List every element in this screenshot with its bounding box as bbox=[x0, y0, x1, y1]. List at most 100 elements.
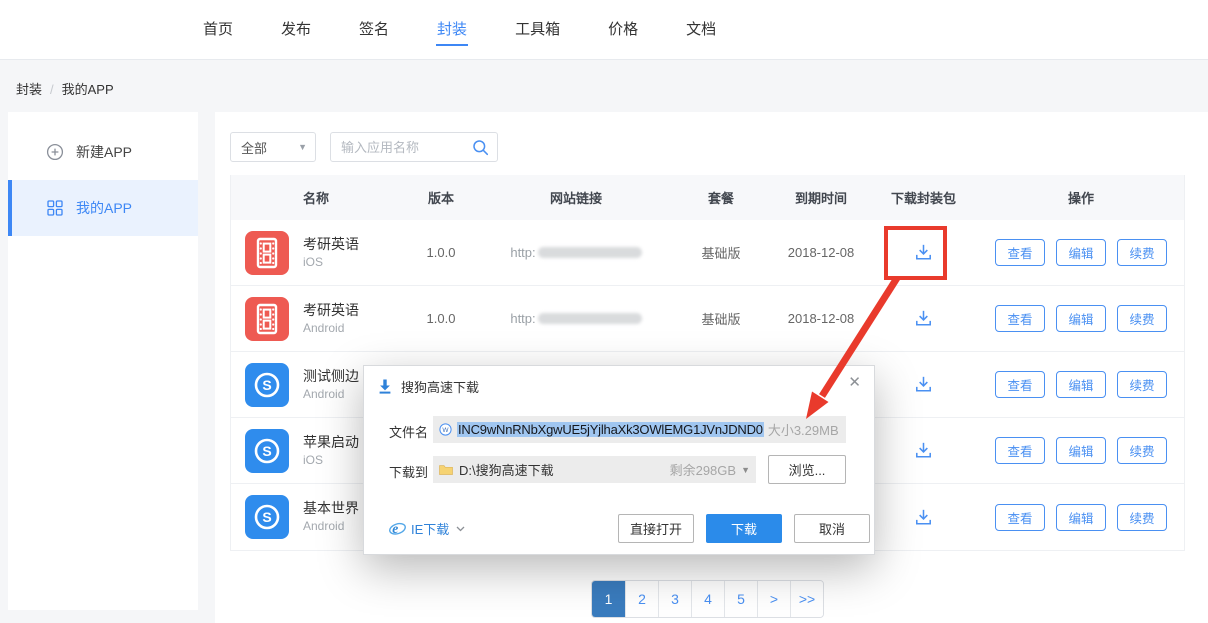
app-version: 1.0.0 bbox=[401, 245, 481, 260]
page-next-arrow[interactable]: > bbox=[757, 581, 790, 617]
nav-item-price[interactable]: 价格 bbox=[608, 0, 638, 60]
ie-download-dropdown[interactable]: e IE下载 bbox=[389, 519, 465, 538]
film-app-icon bbox=[245, 231, 289, 275]
dest-path: D:\搜狗高速下载 bbox=[459, 460, 554, 479]
chevron-down-icon bbox=[456, 526, 465, 532]
dest-field[interactable]: D:\搜狗高速下载 剩余298GB ▼ bbox=[433, 456, 756, 483]
app-expiry: 2018-12-08 bbox=[771, 245, 871, 260]
browse-button[interactable]: 浏览... bbox=[768, 455, 846, 484]
sidebar-item-label: 新建APP bbox=[76, 142, 132, 162]
edit-button[interactable]: 编辑 bbox=[1056, 371, 1106, 398]
renew-button[interactable]: 续费 bbox=[1117, 437, 1167, 464]
folder-icon bbox=[439, 464, 453, 475]
close-icon[interactable]: ✕ bbox=[848, 375, 861, 390]
page-4[interactable]: 4 bbox=[691, 581, 724, 617]
svg-text:S: S bbox=[262, 377, 271, 393]
filter-select[interactable]: 全部 ▼ bbox=[230, 132, 316, 162]
search-input[interactable] bbox=[341, 140, 472, 155]
nav-item-publish[interactable]: 发布 bbox=[281, 0, 311, 60]
col-plan: 套餐 bbox=[671, 188, 771, 207]
chevron-down-icon[interactable]: ▼ bbox=[741, 465, 750, 475]
ie-download-label: IE下载 bbox=[411, 519, 449, 538]
edit-button[interactable]: 编辑 bbox=[1056, 504, 1106, 531]
app-name: 考研英语 bbox=[303, 235, 401, 254]
sidebar-item-my-app[interactable]: 我的APP bbox=[8, 180, 198, 236]
cancel-button[interactable]: 取消 bbox=[794, 514, 870, 543]
col-version: 版本 bbox=[401, 188, 481, 207]
filter-select-value: 全部 bbox=[241, 138, 267, 157]
download-button[interactable]: 下载 bbox=[706, 514, 782, 543]
chevron-down-icon: ▼ bbox=[298, 142, 307, 152]
download-package-icon[interactable] bbox=[909, 502, 939, 532]
renew-button[interactable]: 续费 bbox=[1117, 504, 1167, 531]
blurred-url bbox=[538, 313, 642, 324]
view-button[interactable]: 查看 bbox=[995, 504, 1045, 531]
sidebar-item-new-app[interactable]: 新建APP bbox=[8, 124, 198, 180]
download-package-icon[interactable] bbox=[909, 436, 939, 466]
open-directly-button[interactable]: 直接打开 bbox=[618, 514, 694, 543]
col-download: 下载封装包 bbox=[871, 188, 976, 207]
nav-item-package[interactable]: 封装 bbox=[437, 0, 467, 60]
page-1[interactable]: 1 bbox=[592, 581, 625, 617]
page-3[interactable]: 3 bbox=[658, 581, 691, 617]
download-package-icon[interactable] bbox=[909, 304, 939, 334]
nav-item-docs[interactable]: 文档 bbox=[686, 0, 716, 60]
renew-button[interactable]: 续费 bbox=[1117, 305, 1167, 332]
filter-bar: 全部 ▼ bbox=[230, 132, 498, 162]
edit-button[interactable]: 编辑 bbox=[1056, 305, 1106, 332]
renew-button[interactable]: 续费 bbox=[1117, 371, 1167, 398]
pagination-wrap: 1 2 3 4 5 > >> bbox=[230, 580, 1185, 618]
search-box bbox=[330, 132, 498, 162]
pagination: 1 2 3 4 5 > >> bbox=[591, 580, 824, 618]
col-expiry: 到期时间 bbox=[771, 188, 871, 207]
download-icon bbox=[377, 378, 393, 395]
page-last-arrow[interactable]: >> bbox=[790, 581, 823, 617]
app-version: 1.0.0 bbox=[401, 311, 481, 326]
breadcrumb-section[interactable]: 封装 bbox=[16, 82, 42, 97]
col-actions: 操作 bbox=[976, 188, 1186, 207]
app-platform: iOS bbox=[303, 254, 401, 271]
film-app-icon bbox=[245, 297, 289, 341]
app-plan: 基础版 bbox=[671, 309, 771, 328]
search-icon[interactable] bbox=[472, 139, 489, 156]
renew-button[interactable]: 续费 bbox=[1117, 239, 1167, 266]
col-name: 名称 bbox=[231, 188, 401, 207]
download-package-icon[interactable] bbox=[909, 370, 939, 400]
sogou-app-icon: S bbox=[245, 429, 289, 473]
nav-item-toolbox[interactable]: 工具箱 bbox=[515, 0, 560, 60]
app-expiry: 2018-12-08 bbox=[771, 311, 871, 326]
table-header: 名称 版本 网站链接 套餐 到期时间 下载封装包 操作 bbox=[231, 175, 1184, 220]
sogou-app-icon: S bbox=[245, 495, 289, 539]
view-button[interactable]: 查看 bbox=[995, 371, 1045, 398]
table-row: 考研英语iOS 1.0.0 http: 基础版 2018-12-08 查看 编辑… bbox=[231, 220, 1184, 286]
nav-item-home[interactable]: 首页 bbox=[203, 0, 233, 60]
page-2[interactable]: 2 bbox=[625, 581, 658, 617]
download-dialog: 搜狗高速下载 ✕ 文件名 W INC9wNnRNbXgwUE5jYjlhaXk3… bbox=[363, 365, 875, 555]
view-button[interactable]: 查看 bbox=[995, 305, 1045, 332]
sidebar-item-label: 我的APP bbox=[76, 198, 132, 218]
download-package-icon[interactable] bbox=[909, 238, 939, 268]
sidebar: 新建APP 我的APP bbox=[8, 112, 198, 610]
dest-label: 下载到 bbox=[389, 462, 428, 481]
app-packaging-page: 首页 发布 签名 封装 工具箱 价格 文档 封装 / 我的APP 新建APP 我的A… bbox=[0, 0, 1208, 623]
dialog-footer: e IE下载 直接打开 下载 取消 bbox=[389, 514, 844, 543]
file-type-icon: W bbox=[439, 423, 452, 436]
page-next[interactable]: 5 bbox=[724, 581, 757, 617]
view-button[interactable]: 查看 bbox=[995, 437, 1045, 464]
breadcrumb-separator: / bbox=[50, 82, 54, 97]
filename-field[interactable]: W INC9wNnRNbXgwUE5jYjlhaXk3OWlEMG1JVnJDN… bbox=[433, 416, 846, 443]
app-plan: 基础版 bbox=[671, 243, 771, 262]
filename-value: INC9wNnRNbXgwUE5jYjlhaXk3OWlEMG1JVnJDND0 bbox=[457, 422, 764, 437]
edit-button[interactable]: 编辑 bbox=[1056, 239, 1106, 266]
nav-item-sign[interactable]: 签名 bbox=[359, 0, 389, 60]
view-button[interactable]: 查看 bbox=[995, 239, 1045, 266]
edit-button[interactable]: 编辑 bbox=[1056, 437, 1106, 464]
table-row: 考研英语Android 1.0.0 http: 基础版 2018-12-08 查… bbox=[231, 286, 1184, 352]
blurred-url bbox=[538, 247, 642, 258]
dialog-title: 搜狗高速下载 bbox=[401, 377, 479, 396]
plus-circle-icon bbox=[46, 143, 64, 161]
dialog-title-bar: 搜狗高速下载 bbox=[377, 377, 479, 396]
app-name: 考研英语 bbox=[303, 301, 401, 320]
sogou-app-icon: S bbox=[245, 363, 289, 407]
top-nav: 首页 发布 签名 封装 工具箱 价格 文档 bbox=[0, 0, 1208, 60]
